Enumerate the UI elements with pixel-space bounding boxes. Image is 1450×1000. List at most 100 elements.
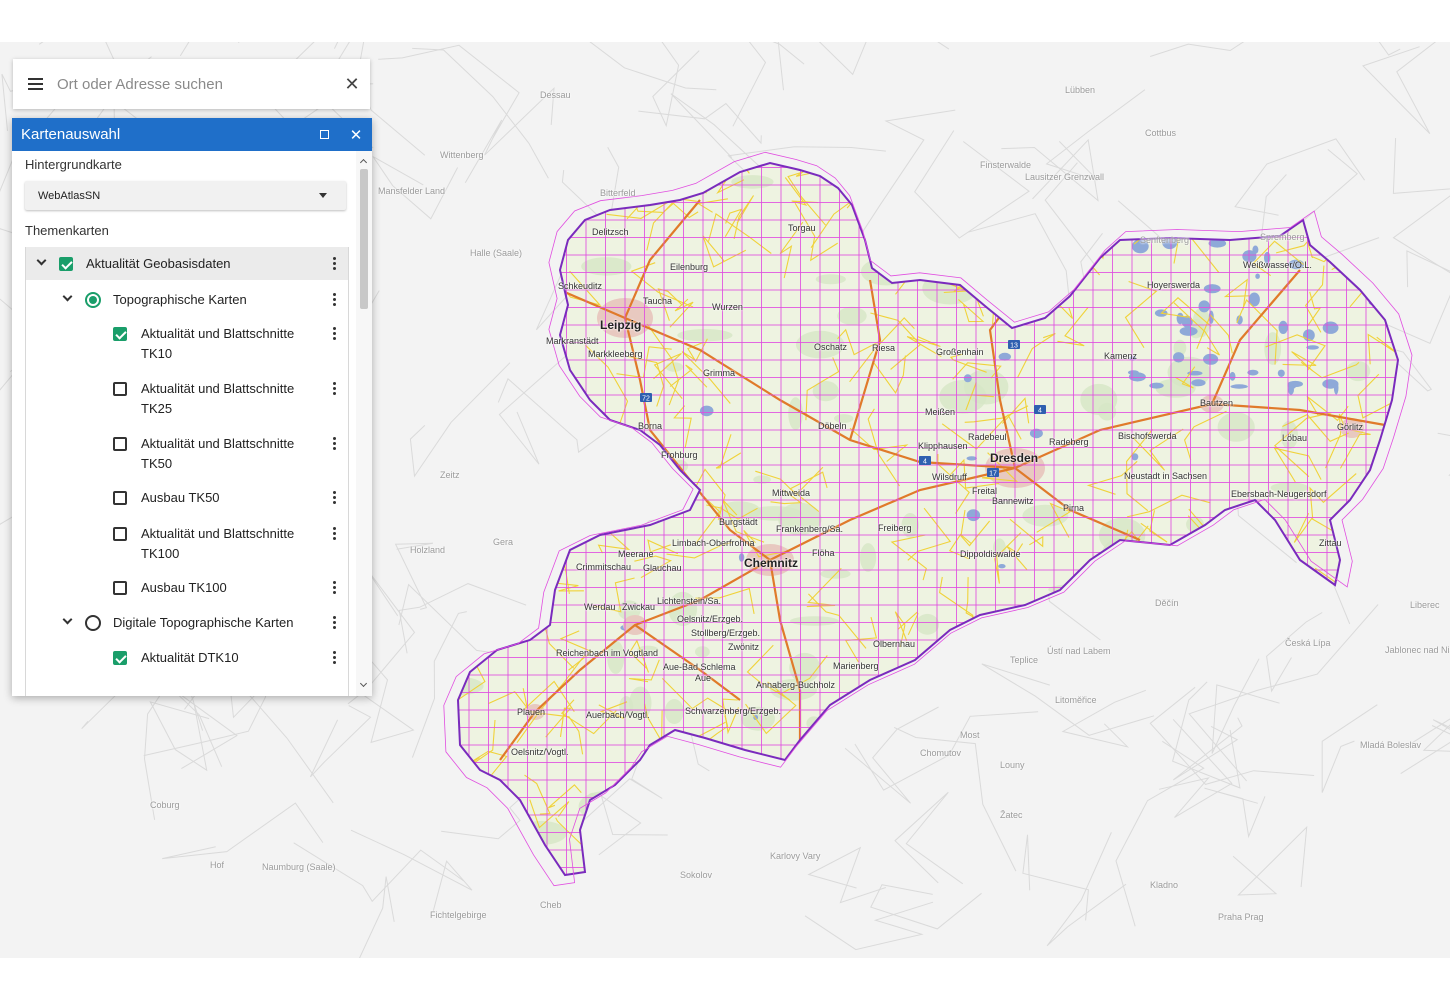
road [953,822,999,857]
maximize-button[interactable] [308,118,340,151]
map-sheet [527,254,548,273]
road [943,229,977,269]
map-sheet [839,762,860,781]
background-road [409,362,511,478]
layer-radio[interactable] [85,615,101,631]
map-sheet [1053,779,1074,798]
background-road [914,130,1030,239]
map-sheet [1326,762,1347,781]
more-vert-icon[interactable] [333,616,337,631]
more-vert-icon[interactable] [333,327,337,342]
chevron-down-icon[interactable] [35,256,49,270]
layer-checkbox[interactable] [113,382,127,396]
chevron-down-icon[interactable] [61,292,75,306]
tree-item[interactable]: Aktualität und Blattschnitte TK50 [26,427,348,481]
map-sheet [430,220,450,238]
map-sheet [995,692,1016,711]
map-sheet [878,849,899,868]
more-vert-icon[interactable] [333,293,337,308]
map-sheet [975,709,996,728]
scroll-thumb[interactable] [360,169,368,309]
panel-close-button[interactable]: ✕ [340,118,372,151]
map-sheet [897,184,918,203]
layer-checkbox[interactable] [113,581,127,595]
map-sheet [507,552,528,571]
tree-item-label-line: Aktualität und Blattschnitte [141,326,295,341]
map-sheet [1405,570,1425,588]
map-sheet [1365,709,1386,728]
close-icon[interactable]: ✕ [334,59,370,109]
map-sheet [430,168,450,186]
map-sheet [1229,552,1250,571]
search-input[interactable] [57,75,334,93]
tree-item[interactable]: Aktualität und Blattschnitte TK100 [26,517,348,571]
city-label: Chemnitz [744,556,798,570]
map-sheet [468,552,489,571]
town-label: Burgstädt [719,517,758,527]
tree-item[interactable]: Ausbau TK50 [26,481,348,517]
scroll-down-icon[interactable] [356,679,372,693]
map-sheet [741,779,762,798]
layer-radio[interactable] [85,292,101,308]
layer-checkbox[interactable] [113,651,127,665]
map-sheet [468,867,489,875]
more-vert-icon[interactable] [333,651,337,666]
tree-item[interactable]: Aktualität und Blattschnitte TK10 [26,317,348,372]
map-sheet [468,797,489,816]
map-sheet [1385,867,1398,875]
map-sheet [1268,709,1289,728]
map-sheet [780,779,801,798]
map-sheet [507,307,528,326]
tree-item-label: Aktualität und Blattschnitte TK100 [141,524,294,564]
road [1327,195,1391,271]
map-sheet [1346,762,1367,781]
layer-checkbox[interactable] [113,437,127,451]
tree-item[interactable]: Ausbau TK100 [26,571,348,607]
lake [953,757,964,766]
tree-item[interactable]: Topographische Karten [26,283,348,317]
town-label: Delitzsch [592,227,629,237]
menu-icon[interactable] [13,59,57,109]
more-vert-icon[interactable] [333,437,337,452]
map-sheet [430,203,450,221]
road [531,178,559,198]
road [458,435,468,461]
layer-checkbox[interactable] [113,327,127,341]
more-vert-icon[interactable] [333,491,337,506]
layer-checkbox[interactable] [113,527,127,541]
more-vert-icon[interactable] [333,382,337,397]
layer-checkbox[interactable] [113,491,127,505]
map-sheet [1307,849,1328,868]
map-sheet [1346,202,1367,221]
map-sheet [1287,604,1308,623]
tree-item-label-line: Aktualität Geobasisdaten [86,256,231,271]
tree-item[interactable]: Aktualität Geobasisdaten [26,247,348,280]
map-sheet [1268,184,1289,203]
map-sheet [1326,779,1347,798]
map-sheet [1112,587,1133,606]
map-sheet [458,604,470,623]
panel-scrollbar[interactable] [356,151,372,696]
more-vert-icon[interactable] [333,257,337,272]
map-sheet [1131,202,1152,221]
tree-item[interactable]: Aktualität und Blattschnitte TK25 [26,372,348,427]
map-sheet [917,692,938,711]
tree-item[interactable]: Aktualität DTK10 [26,641,348,676]
map-sheet [839,797,860,816]
map-sheet [897,167,918,186]
background-map-select[interactable]: WebAtlasSN [25,181,346,210]
scroll-up-icon[interactable] [356,154,372,168]
map-sheet [1268,727,1289,746]
map-sheet [1112,674,1133,693]
map-sheet [936,254,957,273]
map-sheet [1131,657,1152,676]
chevron-down-icon[interactable] [61,615,75,629]
tree-item[interactable]: Digitale Topographische Karten [26,606,348,641]
map-sheet [1287,797,1308,816]
layer-checkbox[interactable] [59,257,73,271]
region-label: Cheb [540,900,562,910]
map-sheet [1405,675,1425,693]
map-sheet [663,849,684,868]
more-vert-icon[interactable] [333,581,337,596]
more-vert-icon[interactable] [333,527,337,542]
